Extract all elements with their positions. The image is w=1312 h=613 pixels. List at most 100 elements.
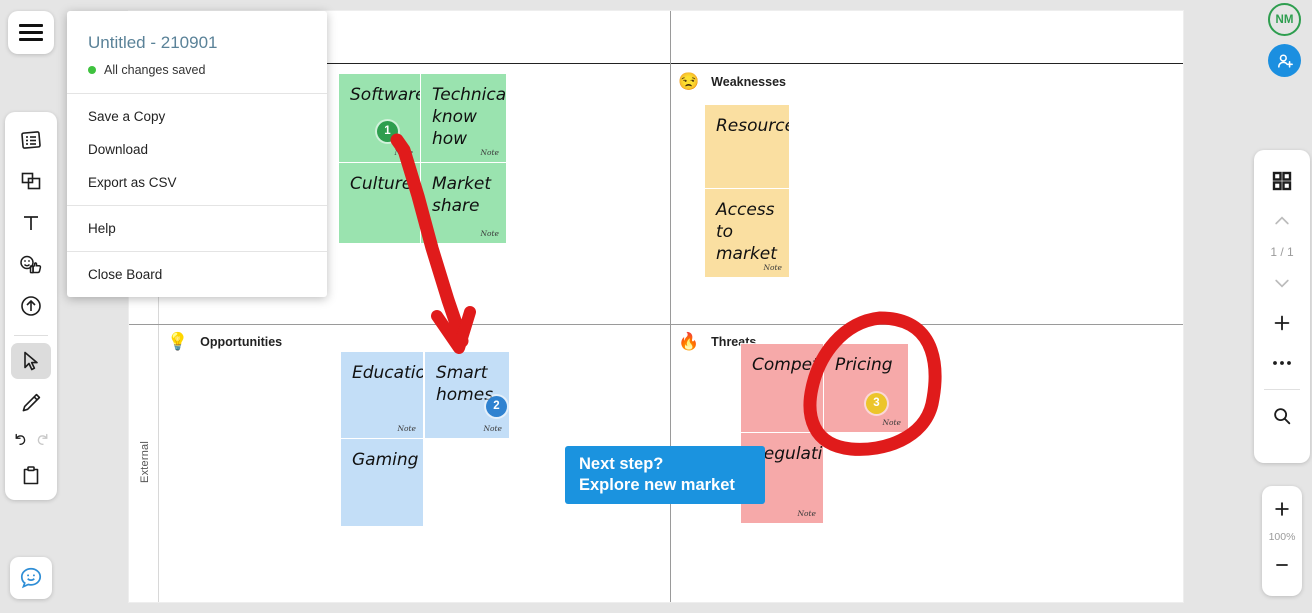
quadrant-label: Weaknesses (711, 74, 786, 89)
plus-icon (1275, 502, 1289, 516)
note-icon (21, 130, 41, 149)
sticky-note[interactable]: Pricing 3 Note (824, 344, 908, 432)
note-text: Education (352, 363, 423, 383)
rail-divider (1264, 389, 1300, 390)
note-text: Culture (350, 174, 413, 194)
note-text: Access to market (716, 200, 777, 264)
grid-view-button[interactable] (1262, 161, 1302, 201)
menu-item-export-as-csv[interactable]: Export as CSV (67, 166, 327, 199)
upload-arrow-icon (21, 296, 41, 317)
cursor-icon (24, 351, 38, 371)
more-options-button[interactable] (1262, 343, 1302, 383)
toolbar-divider (14, 335, 48, 337)
select-tool-button[interactable] (11, 343, 51, 379)
note-text: Market share (432, 174, 492, 216)
note-author: Note (397, 424, 416, 434)
left-toolbar[interactable] (5, 112, 57, 500)
note-author: Note (483, 424, 502, 434)
note-author: Note (480, 229, 499, 239)
upload-tool-button[interactable] (11, 289, 51, 325)
sticky-note[interactable]: Competition (741, 344, 823, 432)
quadrant-header-weaknesses: 😒 Weaknesses (678, 73, 786, 90)
note-author: Note (763, 263, 782, 273)
sticky-note[interactable]: Gaming (341, 439, 423, 526)
undo-button[interactable] (9, 426, 30, 452)
app-root: External 😒 Weaknesses 💡 Opportunities 🔥 … (0, 0, 1312, 613)
note-text: Technical know how (432, 85, 506, 149)
previous-page-button[interactable] (1262, 201, 1302, 241)
clipboard-tool-button[interactable] (11, 458, 51, 494)
menu-item-download[interactable]: Download (67, 133, 327, 166)
quadrant-vertical-divider (670, 11, 671, 602)
note-text: Smart homes (436, 363, 494, 405)
note-badge[interactable]: 3 (866, 393, 887, 414)
quadrant-horizontal-divider (129, 324, 1183, 325)
sticky-note[interactable]: Access to market Note (705, 189, 789, 277)
sticky-note[interactable]: Technical know how Note (421, 74, 506, 162)
text-icon (24, 216, 38, 231)
chat-button[interactable] (10, 557, 52, 599)
note-text: Pricing (835, 355, 893, 375)
reaction-tool-button[interactable] (11, 247, 51, 283)
board-menu-header: Untitled - 210901 All changes saved (67, 11, 327, 94)
fire-icon: 🔥 (678, 332, 700, 351)
sticky-note[interactable]: Culture (339, 163, 420, 243)
search-icon (1274, 408, 1291, 425)
sticky-notes-icon (21, 173, 41, 190)
undo-icon (15, 434, 25, 446)
avatar-initials: NM (1275, 13, 1294, 26)
sticky-note[interactable]: Resources (705, 105, 789, 188)
sticky-note[interactable]: Software 1 Note (339, 74, 420, 162)
sticky-note[interactable]: Smart homes 2 Note (425, 352, 509, 438)
note-tool-button[interactable] (11, 122, 51, 158)
menu-group-close: Close Board (67, 252, 327, 297)
menu-item-close-board[interactable]: Close Board (67, 258, 327, 291)
add-page-button[interactable] (1262, 303, 1302, 343)
search-button[interactable] (1262, 396, 1302, 436)
plus-icon (1274, 315, 1290, 331)
lightbulb-icon: 💡 (167, 332, 189, 351)
zoom-out-button[interactable] (1264, 548, 1300, 582)
save-status: All changes saved (88, 63, 306, 77)
status-dot-icon (88, 66, 96, 74)
text-tool-button[interactable] (11, 205, 51, 241)
ellipsis-icon (1273, 361, 1291, 365)
sticky-note-tool-button[interactable] (11, 164, 51, 200)
minus-icon (1276, 564, 1288, 566)
note-text: Software (350, 85, 420, 105)
board-title: Untitled - 210901 (88, 33, 218, 52)
note-text: Competition (752, 355, 823, 375)
grid-icon (1272, 171, 1292, 191)
chevron-down-icon (1275, 279, 1289, 288)
add-person-icon (1277, 53, 1293, 68)
menu-item-help[interactable]: Help (67, 212, 327, 245)
callout-next-step[interactable]: Next step? Explore new market (565, 446, 765, 504)
note-author: Note (394, 148, 413, 158)
sticky-note[interactable]: Education Note (341, 352, 423, 438)
zoom-level: 100% (1268, 531, 1296, 543)
chat-smiley-icon (20, 567, 42, 589)
page-rail[interactable]: 1 / 1 (1254, 150, 1310, 463)
quadrant-label: Opportunities (200, 334, 283, 349)
sticky-note[interactable]: Market share Note (421, 163, 506, 243)
emoji-thumbsup-icon (20, 255, 42, 274)
pencil-icon (22, 393, 41, 411)
redo-button[interactable] (32, 426, 53, 452)
hamburger-icon (19, 20, 43, 45)
pen-tool-button[interactable] (11, 385, 51, 421)
next-page-button[interactable] (1262, 263, 1302, 303)
note-badge[interactable]: 2 (486, 396, 507, 417)
add-person-button[interactable] (1268, 44, 1301, 77)
avatar[interactable]: NM (1268, 3, 1301, 36)
menu-item-save-a-copy[interactable]: Save a Copy (67, 100, 327, 133)
chevron-up-icon (1275, 216, 1289, 225)
zoom-rail[interactable]: 100% (1262, 486, 1302, 596)
undo-redo-group[interactable] (9, 426, 53, 452)
board-menu-dropdown[interactable]: Untitled - 210901 All changes saved Save… (67, 11, 327, 297)
zoom-in-button[interactable] (1264, 492, 1300, 526)
note-text: Resources (716, 116, 789, 136)
note-badge[interactable]: 1 (377, 121, 398, 142)
redo-icon (37, 434, 47, 446)
hamburger-menu-button[interactable] (8, 11, 54, 54)
callout-line-1: Next step? (579, 455, 664, 473)
